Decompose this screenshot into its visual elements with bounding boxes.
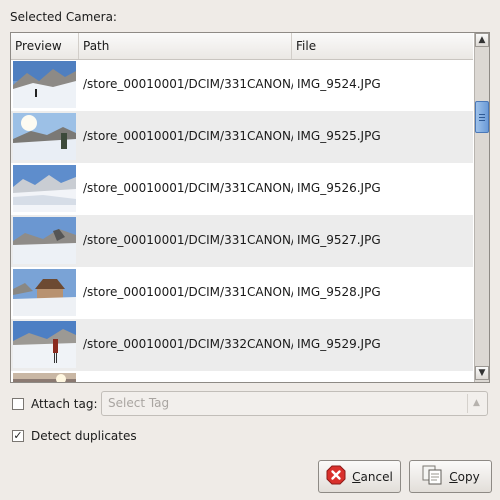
row-path: /store_00010001/DCIM/331CANON/ <box>83 233 293 247</box>
scroll-up-arrow-icon[interactable]: ▲ <box>475 33 489 47</box>
cancel-button[interactable]: Cancel <box>318 460 401 493</box>
thumbnail <box>13 269 76 316</box>
table-row[interactable]: /store_00010001/DCIM/331CANON/ IMG_9528.… <box>11 267 473 319</box>
column-file-label: File <box>296 39 317 53</box>
detect-duplicates-checkbox[interactable]: ✓ <box>12 430 24 442</box>
detect-duplicates-label[interactable]: Detect duplicates <box>31 429 137 443</box>
file-list[interactable]: Preview Path File /store_00010001/DCIM/3… <box>10 32 490 383</box>
column-path[interactable]: Path <box>79 33 292 59</box>
row-path <box>83 371 293 382</box>
thumbnail <box>13 113 76 160</box>
thumbnail <box>13 165 76 212</box>
row-file: IMG_9529.JPG <box>297 337 381 351</box>
column-path-label: Path <box>83 39 110 53</box>
table-row[interactable]: /store_00010001/DCIM/332CANON/ IMG_9529.… <box>11 319 473 371</box>
table-row[interactable] <box>11 371 473 382</box>
column-header: Preview Path File <box>11 33 473 60</box>
scroll-down-arrow-icon[interactable]: ▼ <box>475 366 489 380</box>
scrollbar-thumb[interactable] <box>475 101 489 133</box>
detect-duplicates-row: ✓ Detect duplicates <box>12 428 137 444</box>
attach-tag-row: Attach tag: <box>12 396 98 412</box>
thumbnail <box>13 321 76 368</box>
copy-label-rest: opy <box>457 469 480 484</box>
column-preview-label: Preview <box>15 39 62 53</box>
thumbnail <box>13 373 76 382</box>
select-tag-placeholder: Select Tag <box>108 396 170 410</box>
row-path: /store_00010001/DCIM/331CANON/ <box>83 77 293 91</box>
thumbnail <box>13 217 76 264</box>
thumbnail <box>13 61 76 108</box>
select-tag-combo[interactable]: Select Tag ▲ <box>101 391 488 416</box>
selected-camera-heading: Selected Camera: <box>10 10 117 24</box>
attach-tag-label[interactable]: Attach tag: <box>31 397 98 411</box>
copy-icon <box>421 464 443 489</box>
table-row[interactable]: /store_00010001/DCIM/331CANON/ IMG_9527.… <box>11 215 473 267</box>
row-file: IMG_9528.JPG <box>297 285 381 299</box>
cancel-mnemonic: C <box>352 469 361 484</box>
row-path: /store_00010001/DCIM/332CANON/ <box>83 337 293 351</box>
table-row[interactable]: /store_00010001/DCIM/331CANON/ IMG_9525.… <box>11 111 473 163</box>
attach-tag-checkbox[interactable] <box>12 398 24 410</box>
cancel-label-rest: ancel <box>360 469 393 484</box>
row-file: IMG_9524.JPG <box>297 77 381 91</box>
copy-mnemonic: C <box>449 469 458 484</box>
combo-arrow-icon: ▲ <box>467 394 485 413</box>
vertical-scrollbar[interactable]: ▲ ▼ <box>474 33 489 382</box>
row-file: IMG_9525.JPG <box>297 129 381 143</box>
row-path: /store_00010001/DCIM/331CANON/ <box>83 129 293 143</box>
table-row[interactable]: /store_00010001/DCIM/331CANON/ IMG_9526.… <box>11 163 473 215</box>
copy-button[interactable]: Copy <box>409 460 492 493</box>
rows-container: /store_00010001/DCIM/331CANON/ IMG_9524.… <box>11 59 473 382</box>
table-row[interactable]: /store_00010001/DCIM/331CANON/ IMG_9524.… <box>11 59 473 111</box>
row-path: /store_00010001/DCIM/331CANON/ <box>83 285 293 299</box>
cancel-icon <box>326 465 346 488</box>
row-file: IMG_9527.JPG <box>297 233 381 247</box>
row-file: IMG_9526.JPG <box>297 181 381 195</box>
column-file[interactable]: File <box>292 33 473 59</box>
row-path: /store_00010001/DCIM/331CANON/ <box>83 181 293 195</box>
column-preview[interactable]: Preview <box>11 33 79 59</box>
